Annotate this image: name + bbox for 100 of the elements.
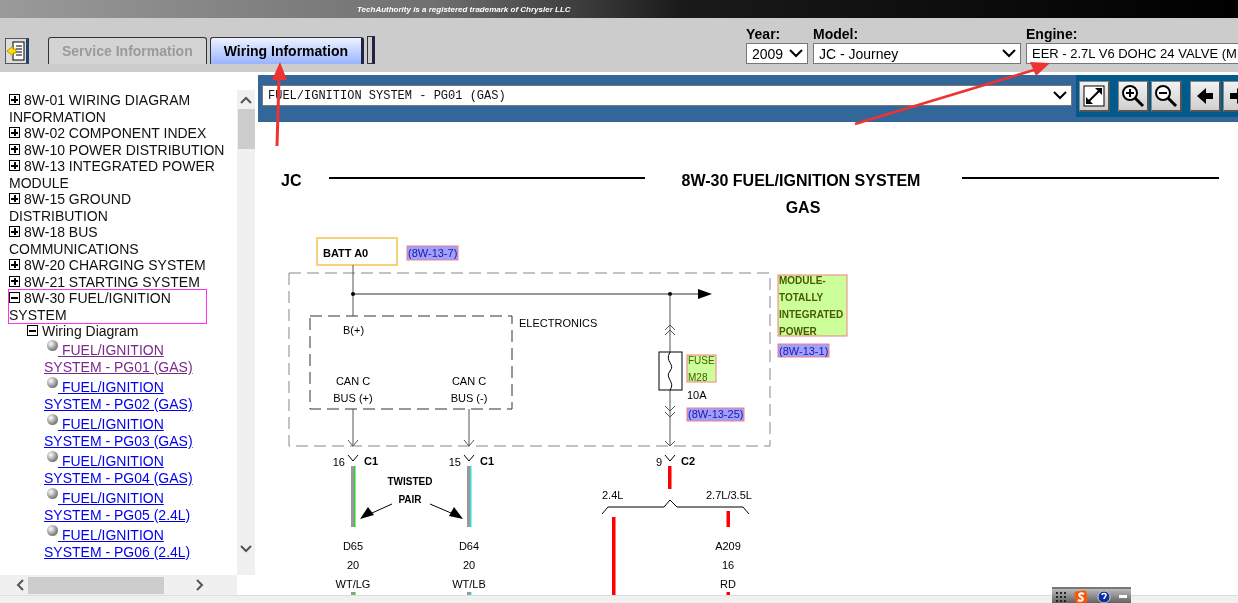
splice-label: 2.7L/3.5L [706, 489, 752, 501]
reference-tag[interactable]: (8W-13-25) [686, 407, 745, 422]
pin-label: CAN C BUS (+) [333, 375, 373, 404]
scroll-thumb[interactable] [237, 109, 255, 149]
vehicle-code: JC [281, 172, 302, 189]
trademark-text: TechAuthority is a registered trademark of Chrysler LLC [357, 5, 571, 16]
pin-label: B(+) [343, 324, 365, 336]
minimize-icon[interactable] [1118, 595, 1127, 599]
expand-icon[interactable] [9, 259, 20, 270]
pin-label: CAN C BUS (-) [450, 375, 488, 404]
fuse-rating: 10A [687, 389, 707, 401]
pointer-arrow [360, 503, 393, 519]
wire-label: D64 20 WT/LB [452, 540, 486, 590]
expand-icon[interactable] [9, 275, 20, 287]
fuse-label: FUSE M28 [686, 354, 717, 383]
tree-item[interactable]: 8W-02 COMPONENT INDEX [9, 125, 225, 142]
chevron-right-icon[interactable] [196, 579, 204, 591]
page-icon [47, 450, 58, 462]
connector-symbol [347, 454, 359, 462]
connector-label: C1 [480, 455, 495, 467]
twisted-pair-label: TWISTED PAIR [387, 476, 433, 505]
wire [351, 592, 356, 595]
page-link[interactable]: FUEL/IGNITION SYSTEM - PG06 (2.4L) [44, 524, 214, 562]
expand-arrows-icon [1083, 84, 1105, 107]
expand-icon[interactable] [9, 193, 20, 204]
field-label: Model: [813, 26, 860, 43]
chevron-down-icon [789, 49, 803, 58]
connector-label: C1 [364, 455, 379, 467]
electronics-label: ELECTRONICS [519, 317, 598, 329]
reference-tag[interactable]: (8W-13-1) [777, 343, 830, 358]
chevron-left-icon[interactable] [16, 579, 24, 591]
chevron-up-icon[interactable] [240, 96, 252, 104]
wire-label: A209 16 RD [715, 540, 741, 590]
tree-item[interactable]: 8W-30 FUEL/IGNITION SYSTEM [9, 290, 206, 323]
tree-item[interactable]: 8W-15 GROUND DISTRIBUTION [9, 191, 225, 224]
dropdown[interactable]: EER - 2.7L V6 DOHC 24 VALVE (M [1026, 43, 1238, 64]
page-link[interactable]: FUEL/IGNITION SYSTEM - PG05 (2.4L) [44, 487, 214, 525]
tab[interactable]: Wiring Information [209, 37, 364, 64]
expand-icon[interactable] [9, 226, 20, 237]
arrow [463, 408, 475, 447]
module-label: MODULE- TOTALLY INTEGRATED POWER [777, 274, 848, 337]
splice-label: 2.4L [602, 489, 624, 501]
tree-item[interactable]: Wiring Diagram [27, 323, 225, 340]
dropdown[interactable]: JC - Journey [813, 43, 1021, 64]
zoom-out-button[interactable] [1151, 80, 1182, 112]
toggle-panel-button[interactable] [5, 38, 29, 64]
collapse-icon[interactable] [27, 325, 38, 336]
vertical-scrollbar[interactable] [237, 90, 255, 575]
arrow-list-icon [7, 41, 25, 61]
zoom-in-button[interactable] [1118, 80, 1149, 112]
diagram-subtitle: GAS [785, 199, 821, 216]
page-link[interactable]: FUEL/IGNITION SYSTEM - PG02 (GAS) [44, 376, 214, 414]
page-link[interactable]: FUEL/IGNITION SYSTEM - PG01 (GAS) [44, 339, 214, 377]
horizontal-scrollbar[interactable] [0, 575, 237, 595]
tab-edge[interactable] [367, 36, 375, 64]
chevron-down-icon [1053, 91, 1067, 100]
tree-item[interactable]: 8W-18 BUS COMMUNICATIONS [9, 224, 225, 257]
wire [668, 466, 672, 489]
tree-item[interactable]: 8W-13 INTEGRATED POWER MODULE [9, 158, 225, 191]
fuse-symbol [658, 351, 683, 391]
pin-number: 16 [332, 456, 345, 468]
field-label: Engine: [1026, 26, 1079, 43]
page-link[interactable]: FUEL/IGNITION SYSTEM - PG04 (GAS) [44, 450, 214, 488]
expand-icon[interactable] [9, 160, 20, 171]
tree-item[interactable]: 8W-20 CHARGING SYSTEM [9, 257, 225, 274]
connector-label: C2 [681, 455, 696, 467]
scroll-thumb[interactable] [28, 576, 164, 594]
page-icon [47, 487, 58, 499]
pointer-arrow [429, 503, 463, 519]
arrow [347, 408, 359, 447]
page-icon [47, 413, 58, 425]
chevron-down-icon[interactable] [240, 545, 252, 553]
diagram-title: 8W-30 FUEL/IGNITION SYSTEM [681, 172, 921, 189]
s-logo-icon[interactable] [1074, 590, 1089, 603]
fit-button[interactable] [1079, 80, 1110, 112]
wire-label: D65 20 WT/LG [335, 540, 371, 590]
pin-number: 9 [655, 456, 662, 468]
page-icon [47, 376, 58, 388]
arrow-left-icon [1196, 86, 1214, 105]
zoom-in-icon [1121, 83, 1145, 108]
page-icon [47, 524, 58, 536]
expand-icon[interactable] [9, 94, 20, 105]
collapse-icon[interactable] [9, 292, 20, 303]
back-button[interactable] [1190, 80, 1221, 112]
chevron-down-icon [1002, 49, 1016, 58]
page-icon [47, 339, 58, 351]
field-label: Year: [746, 26, 782, 43]
tree-item[interactable]: 8W-10 POWER DISTRIBUTION [9, 141, 225, 158]
wire [467, 592, 472, 595]
expand-icon[interactable] [9, 127, 20, 138]
zoom-out-icon [1154, 83, 1178, 108]
tree-item[interactable]: 8W-21 STARTING SYSTEM [9, 273, 225, 290]
reference-tag[interactable]: (8W-13-7) [406, 245, 459, 261]
help-icon[interactable] [1096, 590, 1111, 603]
dropdown[interactable]: 2009 [746, 43, 808, 64]
tree-item[interactable]: 8W-01 WIRING DIAGRAM INFORMATION [9, 92, 225, 125]
source-label: BATT A0 [323, 247, 369, 259]
expand-icon[interactable] [9, 143, 20, 155]
page-link[interactable]: FUEL/IGNITION SYSTEM - PG03 (GAS) [44, 413, 214, 451]
grid-icon[interactable] [1056, 592, 1067, 602]
